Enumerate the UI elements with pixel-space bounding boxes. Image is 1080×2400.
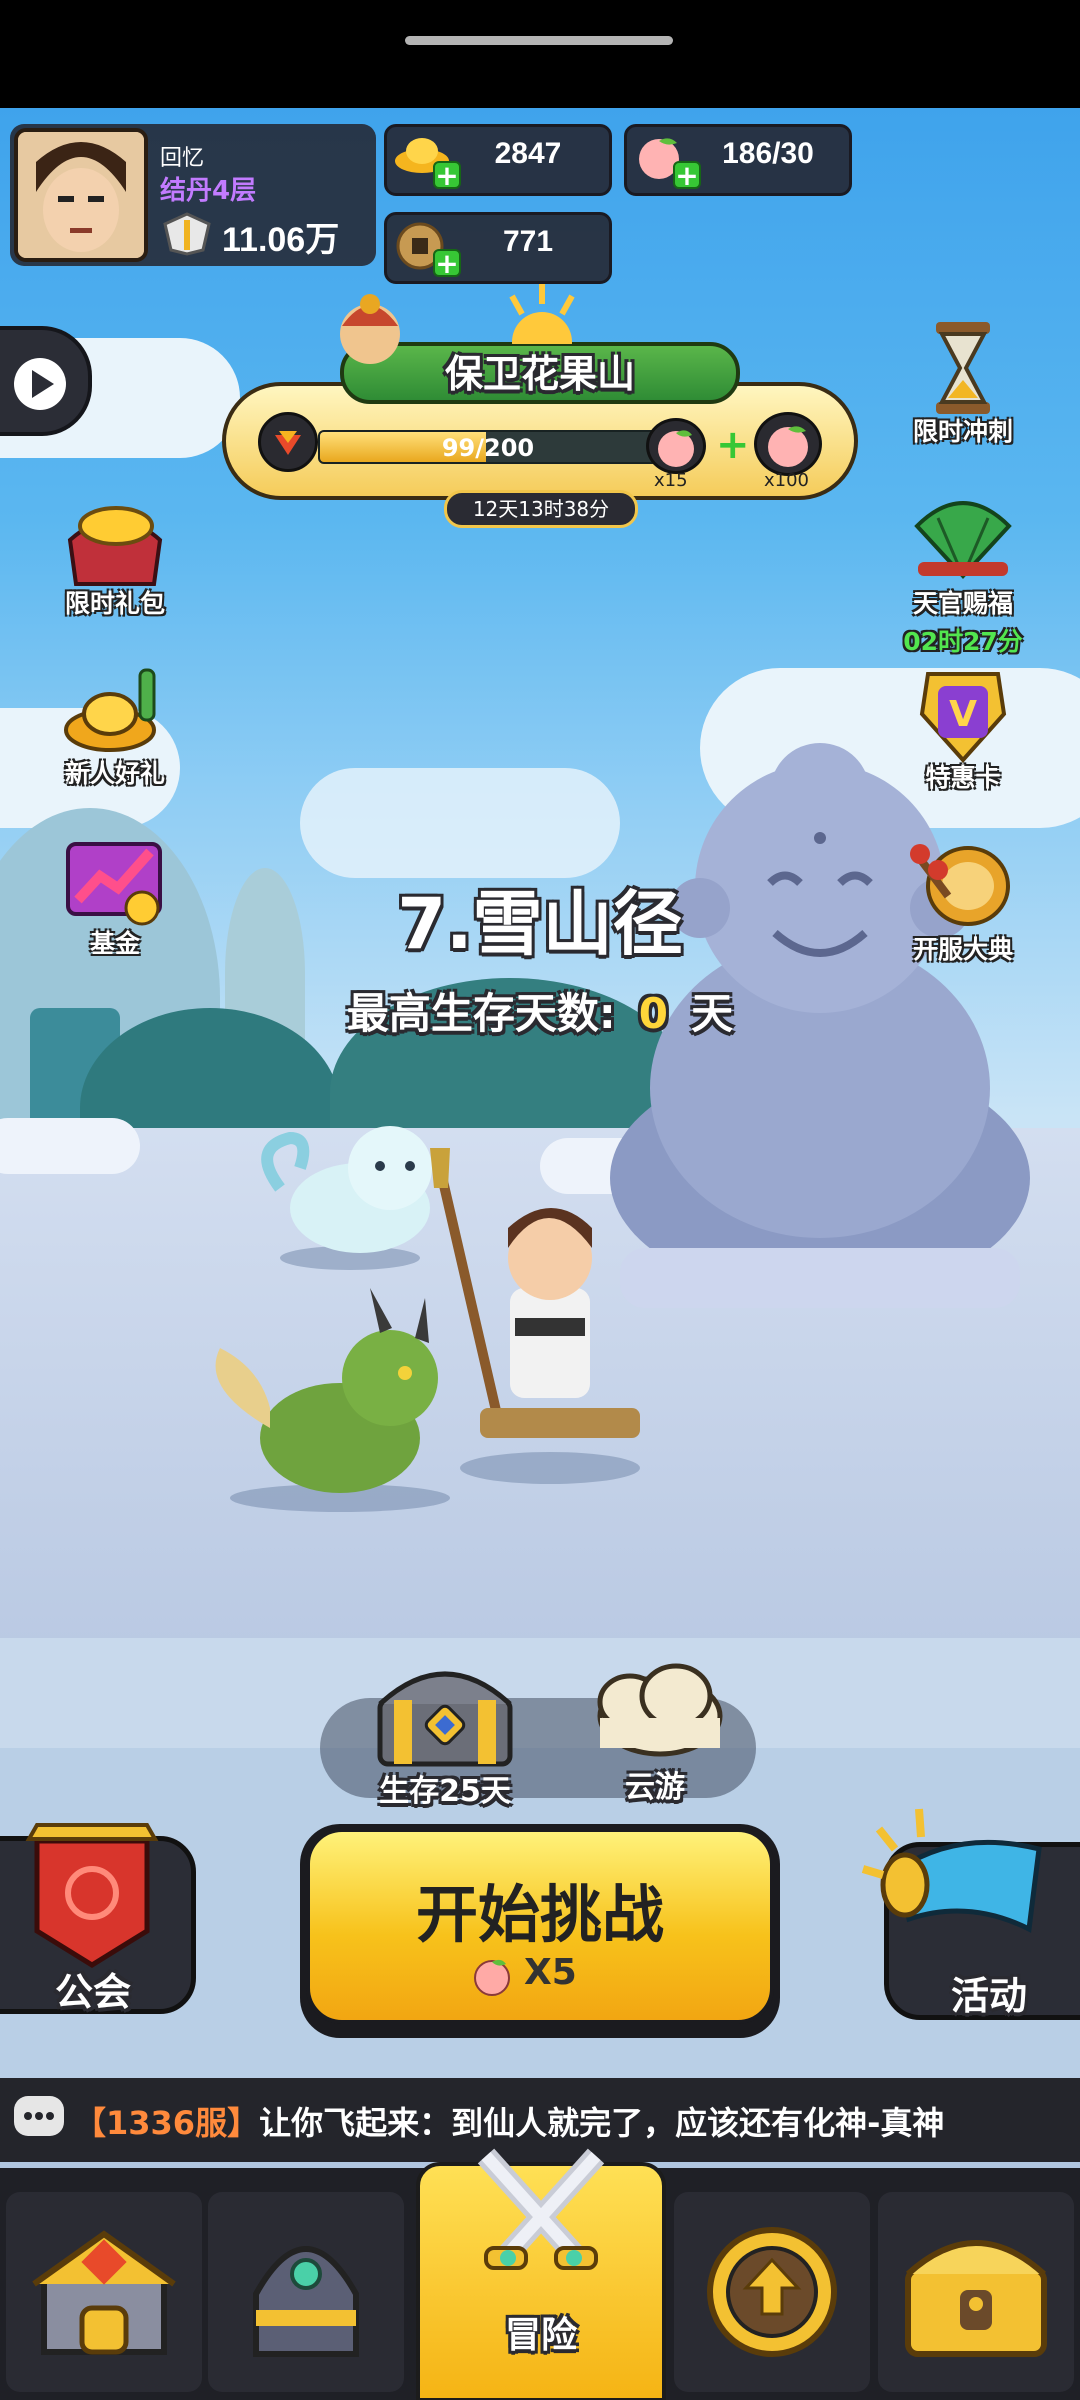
cloud: [300, 768, 620, 878]
golden-chest-icon: [905, 2240, 1047, 2357]
event-reward-big[interactable]: [754, 412, 822, 476]
survival-chest-label: 生存25天: [379, 1774, 511, 1809]
guild-banner-icon: [25, 1823, 159, 1968]
heavenly-blessing-button[interactable]: 天官赐福 02时27分: [888, 490, 1038, 658]
survival-chest-button[interactable]: 生存25天: [360, 1660, 530, 1810]
shop-building-icon: [32, 2230, 176, 2355]
chat-bubble-icon: [14, 2096, 64, 2136]
coin-value: 771: [502, 225, 554, 258]
helmet-icon: [253, 2246, 359, 2357]
cloud-travel-button[interactable]: 云游: [570, 1656, 740, 1806]
stage-name: 7.雪山径: [397, 883, 683, 965]
peach-icon: [470, 1954, 514, 1998]
status-bar: [0, 0, 1080, 108]
start-challenge-cost: X5: [524, 1952, 577, 1993]
sun-icon: [492, 284, 592, 372]
stage-record-label: 最高生存天数:: [346, 989, 616, 1038]
player-realm: 结丹4层: [160, 176, 257, 206]
activity-button[interactable]: 活动: [861, 1808, 1080, 2020]
event-progress-bar: 99/200: [318, 430, 658, 464]
snow: [0, 1118, 140, 1174]
svg-text:V: V: [949, 694, 977, 735]
plus-icon: +: [716, 422, 750, 468]
fan-icon: [908, 490, 1018, 590]
event-reward-small-qty: x15: [654, 470, 688, 491]
status-pill: [405, 36, 673, 45]
event-banner[interactable]: 保卫花果山 99/200 x15 + x100 12天13时38分: [222, 284, 858, 530]
horn-icon: [861, 1808, 1042, 1933]
nav-shop-button[interactable]: [6, 2192, 202, 2392]
limited-gift-button[interactable]: 限时礼包: [40, 490, 190, 620]
gift-bag-icon: [60, 490, 170, 590]
start-challenge-label: 开始挑战: [415, 1878, 664, 1951]
play-arrow-icon: [14, 358, 66, 410]
event-badge-icon: [258, 412, 318, 472]
nav-adventure-label: 冒险: [504, 2315, 577, 2356]
hourglass-icon: [908, 318, 1018, 418]
avatar-face-icon: [18, 132, 144, 258]
start-challenge-button[interactable]: 开始挑战 X5: [306, 1828, 774, 2024]
power-icon: [160, 212, 214, 256]
activity-label: 活动: [950, 1974, 1027, 2018]
player-avatar[interactable]: [14, 128, 148, 262]
upgrade-arrow-icon: [707, 2227, 837, 2357]
gold-value: 2847: [494, 137, 562, 170]
stage-record-unit: 天: [691, 989, 734, 1038]
discount-card-button[interactable]: V 特惠卡: [888, 664, 1038, 794]
crossed-swords-icon: [477, 2148, 605, 2270]
coin-counter[interactable]: + 771: [384, 212, 612, 284]
cloud-travel-label: 云游: [625, 1770, 685, 1805]
gold-counter[interactable]: + 2847: [384, 124, 612, 196]
stage-record: 最高生存天数: 0 天: [0, 980, 1080, 1041]
peach-value: 186/30: [722, 137, 814, 170]
newbie-gift-button[interactable]: 新人好礼: [40, 660, 190, 790]
guild-label: 公会: [54, 1970, 131, 2014]
bottom-nav: 冒险: [0, 2148, 1080, 2400]
nav-upgrade-button[interactable]: [674, 2192, 870, 2392]
nav-equipment-button[interactable]: [208, 2192, 404, 2392]
player-power: 11.06万: [222, 221, 340, 259]
chat-server: 【1336服】: [74, 2104, 260, 2142]
heavenly-blessing-timer: 02时27分: [903, 627, 1023, 656]
dragon-pet: [215, 1288, 450, 1512]
nav-adventure-button[interactable]: 冒险: [416, 2148, 666, 2400]
monkey-king-icon: [330, 290, 410, 370]
event-title: 保卫花果山: [444, 352, 635, 396]
guild-button[interactable]: 公会: [0, 1823, 196, 2014]
event-reward-big-qty: x100: [764, 470, 810, 491]
event-progress-text: 99/200: [441, 434, 535, 462]
stage-record-value: 0: [638, 989, 668, 1038]
player-name: 回忆: [160, 146, 205, 171]
event-timer: 12天13时38分: [444, 490, 638, 528]
limited-sprint-button[interactable]: 限时冲刺: [888, 318, 1038, 448]
cloud-icon: [597, 1663, 723, 1757]
nav-treasure-button[interactable]: [878, 2192, 1074, 2392]
player-panel[interactable]: 回忆 结丹4层 11.06万: [10, 124, 376, 266]
event-reward-small[interactable]: [646, 418, 706, 474]
vip-card-icon: V: [908, 664, 1018, 764]
treasure-chest-icon: [377, 1671, 513, 1767]
gold-ingot-icon: [60, 660, 170, 760]
expand-menu-button[interactable]: [0, 326, 92, 436]
peach-counter[interactable]: + 186/30: [624, 124, 852, 196]
